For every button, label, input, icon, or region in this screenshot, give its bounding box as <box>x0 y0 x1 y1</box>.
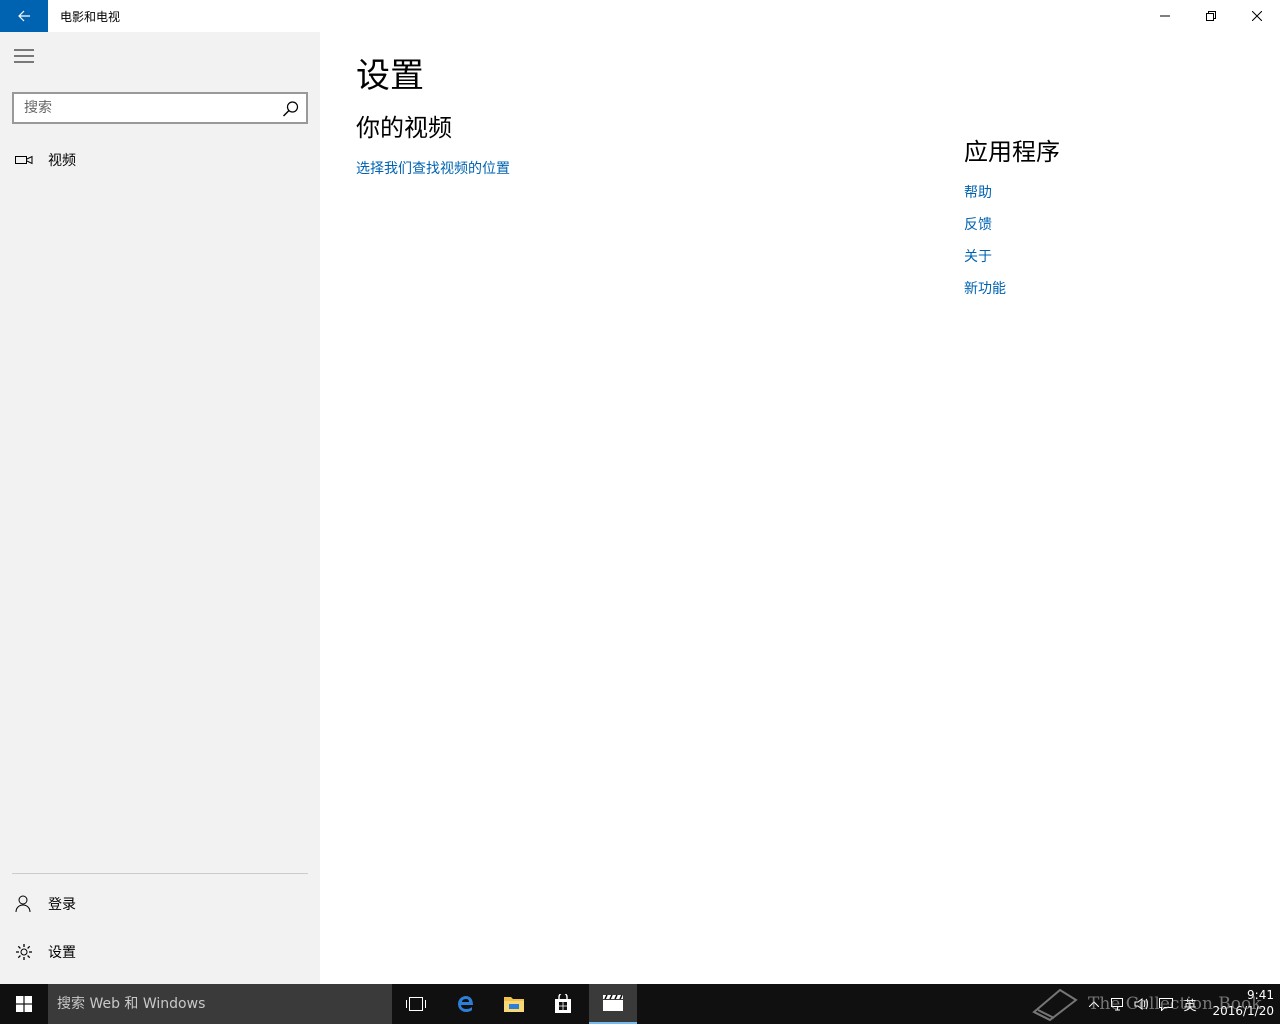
person-icon <box>0 880 48 928</box>
nav-label-signin: 登录 <box>48 897 76 913</box>
nav-label-settings: 设置 <box>48 945 76 961</box>
store-bag-icon <box>555 994 571 1013</box>
whats-new-link[interactable]: 新功能 <box>964 278 1006 298</box>
back-button[interactable] <box>0 0 48 32</box>
help-link[interactable]: 帮助 <box>964 182 992 202</box>
minimize-button[interactable] <box>1142 0 1188 32</box>
taskbar: 搜索 Web 和 Windows 英 9:41 2016/1/20 <box>0 984 1280 1024</box>
start-button[interactable] <box>0 984 48 1024</box>
restore-icon <box>1206 11 1216 21</box>
hamburger-icon <box>14 49 34 63</box>
windows-logo-icon <box>16 996 32 1012</box>
video-camera-icon <box>0 136 48 184</box>
edge-taskbar-button[interactable] <box>442 984 490 1024</box>
speaker-icon <box>1134 998 1148 1010</box>
taskbar-search-box[interactable]: 搜索 Web 和 Windows <box>48 984 392 1024</box>
network-icon <box>1111 998 1123 1011</box>
notifications-tray-button[interactable] <box>1156 984 1176 1024</box>
nav-item-settings[interactable]: 设置 <box>0 928 320 976</box>
input-method-indicator[interactable]: 英 <box>1180 984 1200 1024</box>
chevron-up-icon <box>1089 1001 1099 1007</box>
search-box <box>12 92 308 124</box>
section-title-your-videos: 你的视频 <box>356 114 452 142</box>
back-arrow-icon <box>18 10 30 22</box>
file-explorer-taskbar-button[interactable] <box>490 984 538 1024</box>
network-tray-button[interactable] <box>1108 984 1128 1024</box>
section-title-app: 应用程序 <box>964 138 1060 166</box>
search-input[interactable] <box>14 94 270 122</box>
show-hidden-icons-button[interactable] <box>1086 984 1102 1024</box>
task-view-icon <box>406 997 426 1011</box>
close-button[interactable] <box>1234 0 1280 32</box>
page-title: 设置 <box>356 56 424 96</box>
sidebar-divider <box>12 873 308 874</box>
clapperboard-icon <box>603 994 623 1011</box>
task-view-button[interactable] <box>392 984 440 1024</box>
edge-browser-icon <box>458 996 473 1012</box>
sidebar: 视频 登录 设置 <box>0 32 320 984</box>
gear-icon <box>0 928 48 976</box>
title-bar: 电影和电视 <box>0 0 1280 32</box>
nav-item-signin[interactable]: 登录 <box>0 880 320 928</box>
folder-icon <box>504 997 524 1012</box>
choose-video-folders-link[interactable]: 选择我们查找视频的位置 <box>356 158 510 178</box>
about-link[interactable]: 关于 <box>964 246 992 266</box>
nav-item-videos[interactable]: 视频 <box>0 136 320 184</box>
restore-button[interactable] <box>1188 0 1234 32</box>
taskbar-clock[interactable]: 9:41 2016/1/20 <box>1204 987 1274 1019</box>
hamburger-menu-button[interactable] <box>0 32 48 80</box>
minimize-icon <box>1160 15 1170 17</box>
app-title: 电影和电视 <box>60 10 121 24</box>
store-taskbar-button[interactable] <box>539 984 587 1024</box>
movies-tv-taskbar-button[interactable] <box>589 984 637 1024</box>
settings-page: 设置 你的视频 选择我们查找视频的位置 应用程序 帮助 反馈 关于 新功能 <box>320 32 1280 984</box>
nav-label-videos: 视频 <box>48 153 76 169</box>
clock-date: 2016/1/20 <box>1212 1004 1274 1018</box>
volume-tray-button[interactable] <box>1132 984 1152 1024</box>
message-icon <box>1159 998 1173 1011</box>
feedback-link[interactable]: 反馈 <box>964 214 992 234</box>
clock-time: 9:41 <box>1247 988 1274 1002</box>
close-icon <box>1252 11 1262 21</box>
search-icon[interactable] <box>282 100 300 118</box>
